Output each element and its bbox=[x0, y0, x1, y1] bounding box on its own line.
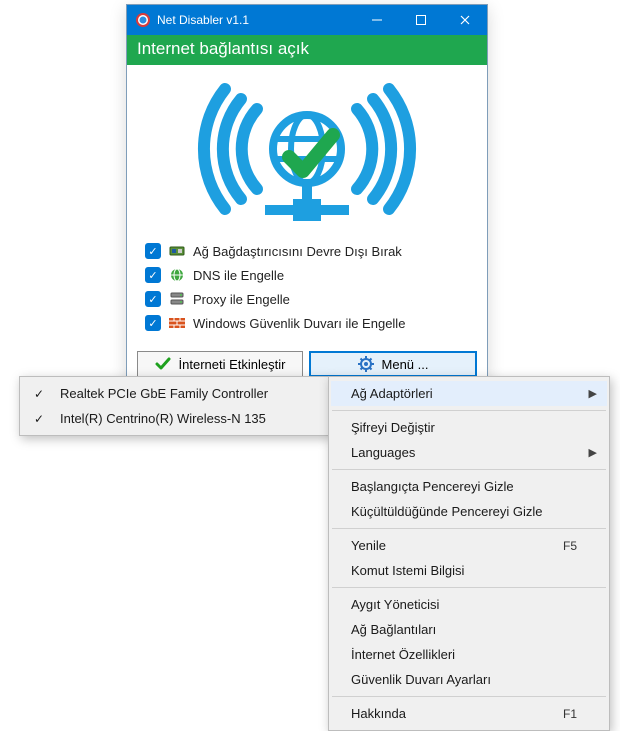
menu-cmd-info[interactable]: Komut Istemi Bilgisi bbox=[331, 558, 607, 583]
menu-label: Hakkında bbox=[351, 706, 406, 721]
minimize-button[interactable] bbox=[355, 5, 399, 35]
menu-button[interactable]: Menü ... bbox=[309, 351, 477, 377]
menu-label: Başlangıçta Pencereyi Gizle bbox=[351, 479, 514, 494]
menu-label: Şifreyi Değiştir bbox=[351, 420, 435, 435]
main-menu: Ağ Adaptörleri ▶ Şifreyi Değiştir Langua… bbox=[328, 376, 610, 731]
chevron-right-icon: ▶ bbox=[589, 387, 597, 400]
menu-network-connections[interactable]: Ağ Bağlantıları bbox=[331, 617, 607, 642]
menu-label: Ağ Adaptörleri bbox=[351, 386, 433, 401]
proxy-icon bbox=[169, 291, 185, 307]
menu-change-password[interactable]: Şifreyi Değiştir bbox=[331, 415, 607, 440]
signal-graphic bbox=[127, 65, 487, 235]
option-label: Proxy ile Engelle bbox=[193, 292, 290, 307]
enable-internet-button[interactable]: İnterneti Etkinleştir bbox=[137, 351, 303, 377]
menu-hide-on-start[interactable]: Başlangıçta Pencereyi Gizle bbox=[331, 474, 607, 499]
app-window: Net Disabler v1.1 Internet bağlantısı aç… bbox=[126, 4, 488, 388]
menu-separator bbox=[332, 587, 606, 588]
adapters-submenu: ✓ Realtek PCIe GbE Family Controller ✓ I… bbox=[19, 376, 331, 436]
menu-label: Küçültüldüğünde Pencereyi Gizle bbox=[351, 504, 543, 519]
menu-label: Aygıt Yöneticisi bbox=[351, 597, 439, 612]
status-banner: Internet bağlantısı açık bbox=[127, 35, 487, 65]
button-label: İnterneti Etkinleştir bbox=[179, 357, 286, 372]
adapter-item[interactable]: ✓ Intel(R) Centrino(R) Wireless-N 135 bbox=[22, 406, 328, 431]
status-text: Internet bağlantısı açık bbox=[137, 39, 309, 58]
check-icon: ✓ bbox=[32, 387, 46, 401]
menu-label: İnternet Özellikleri bbox=[351, 647, 455, 662]
check-icon bbox=[155, 356, 171, 372]
option-block-dns[interactable]: DNS ile Engelle bbox=[145, 263, 469, 287]
chevron-right-icon: ▶ bbox=[589, 446, 597, 459]
option-label: DNS ile Engelle bbox=[193, 268, 284, 283]
button-label: Menü ... bbox=[382, 357, 429, 372]
option-block-proxy[interactable]: Proxy ile Engelle bbox=[145, 287, 469, 311]
menu-separator bbox=[332, 696, 606, 697]
adapter-item[interactable]: ✓ Realtek PCIe GbE Family Controller bbox=[22, 381, 328, 406]
option-disable-adapter[interactable]: Ağ Bağdaştırıcısını Devre Dışı Bırak bbox=[145, 239, 469, 263]
menu-internet-properties[interactable]: İnternet Özellikleri bbox=[331, 642, 607, 667]
adapter-label: Intel(R) Centrino(R) Wireless-N 135 bbox=[60, 411, 266, 426]
checkbox-icon[interactable] bbox=[145, 315, 161, 331]
adapter-label: Realtek PCIe GbE Family Controller bbox=[60, 386, 268, 401]
menu-refresh[interactable]: Yenile F5 bbox=[331, 533, 607, 558]
option-block-firewall[interactable]: Windows Güvenlik Duvarı ile Engelle bbox=[145, 311, 469, 335]
options-group: Ağ Bağdaştırıcısını Devre Dışı Bırak DNS… bbox=[127, 235, 487, 345]
menu-languages[interactable]: Languages ▶ bbox=[331, 440, 607, 465]
menu-shortcut: F5 bbox=[563, 539, 577, 553]
dns-icon bbox=[169, 267, 185, 283]
option-label: Windows Güvenlik Duvarı ile Engelle bbox=[193, 316, 405, 331]
check-icon: ✓ bbox=[32, 412, 46, 426]
app-icon bbox=[135, 12, 151, 28]
menu-label: Languages bbox=[351, 445, 415, 460]
titlebar: Net Disabler v1.1 bbox=[127, 5, 487, 35]
menu-hide-on-minimize[interactable]: Küçültüldüğünde Pencereyi Gizle bbox=[331, 499, 607, 524]
menu-adapters[interactable]: Ağ Adaptörleri ▶ bbox=[331, 381, 607, 406]
menu-about[interactable]: Hakkında F1 bbox=[331, 701, 607, 726]
menu-separator bbox=[332, 469, 606, 470]
menu-separator bbox=[332, 528, 606, 529]
menu-label: Ağ Bağlantıları bbox=[351, 622, 436, 637]
option-label: Ağ Bağdaştırıcısını Devre Dışı Bırak bbox=[193, 244, 402, 259]
adapter-icon bbox=[169, 243, 185, 259]
menu-label: Komut Istemi Bilgisi bbox=[351, 563, 464, 578]
app-title: Net Disabler v1.1 bbox=[157, 13, 355, 27]
maximize-button[interactable] bbox=[399, 5, 443, 35]
firewall-icon bbox=[169, 315, 185, 331]
checkbox-icon[interactable] bbox=[145, 267, 161, 283]
menu-firewall-settings[interactable]: Güvenlik Duvarı Ayarları bbox=[331, 667, 607, 692]
checkbox-icon[interactable] bbox=[145, 291, 161, 307]
menu-label: Yenile bbox=[351, 538, 386, 553]
close-button[interactable] bbox=[443, 5, 487, 35]
menu-separator bbox=[332, 410, 606, 411]
checkbox-icon[interactable] bbox=[145, 243, 161, 259]
menu-device-manager[interactable]: Aygıt Yöneticisi bbox=[331, 592, 607, 617]
menu-label: Güvenlik Duvarı Ayarları bbox=[351, 672, 491, 687]
gear-icon bbox=[358, 356, 374, 372]
menu-shortcut: F1 bbox=[563, 707, 577, 721]
